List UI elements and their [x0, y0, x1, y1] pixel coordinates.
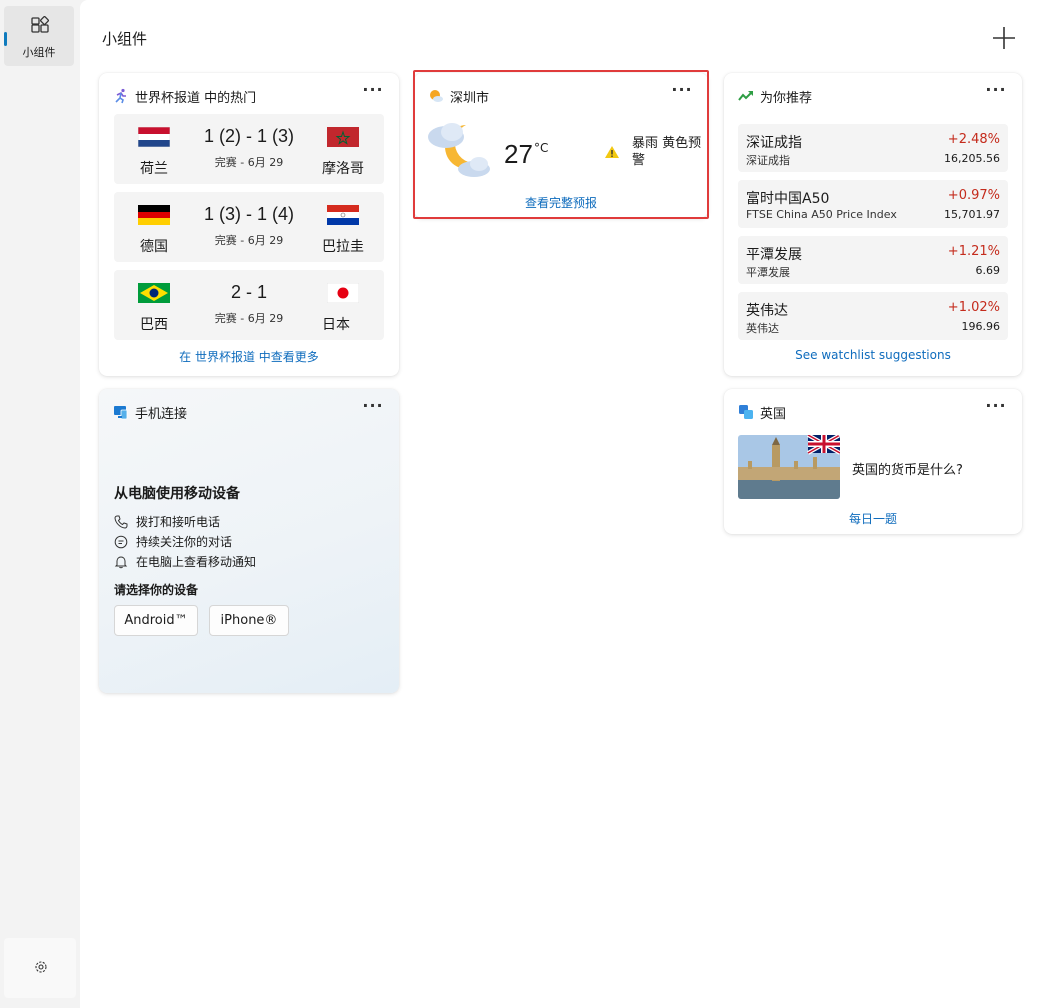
match-card[interactable]: 荷兰 1 (2) - 1 (3) 完赛 - 6月 29 摩洛哥 [114, 114, 384, 184]
gear-icon [35, 961, 47, 973]
watchlist-suggestions-link[interactable]: See watchlist suggestions [724, 348, 1022, 362]
bing-quiz-icon [739, 405, 753, 419]
runner-icon [115, 88, 126, 104]
london-image[interactable] [738, 435, 840, 499]
stocks-widget-title: 为你推荐 [760, 90, 813, 106]
stock-row[interactable]: 富时中国A50 FTSE China A50 Price Index +0.97… [738, 180, 1008, 228]
phone-link-title: 手机连接 [135, 406, 188, 422]
stocks-widget: 为你推荐 ··· 深证成指 深证成指 +2.48% 16,205.56 富时中国… [724, 73, 1022, 376]
match-score: 1 (3) - 1 (4) [203, 204, 295, 224]
sports-widget: 世界杯报道 中的热门 ··· 荷兰 1 (2) - 1 (3) 完赛 - 6月 … [99, 73, 399, 376]
home-team-name: 巴西 [140, 317, 168, 333]
stock-price: 6.69 [975, 264, 1001, 277]
bell-icon [114, 555, 128, 568]
feature-calls: 拨打和接听电话 [114, 513, 220, 530]
netherlands-flag-icon [138, 127, 170, 147]
stock-subtitle: 深证成指 [746, 154, 790, 167]
settings-button[interactable] [4, 938, 76, 998]
away-team-name: 摩洛哥 [322, 161, 364, 177]
phone-link-widget: 手机连接 ··· 从电脑使用移动设备 拨打和接听电话 持续关注你的对话 在电脑上… [99, 389, 399, 693]
iphone-button[interactable]: iPhone® [209, 605, 289, 636]
phone-call-icon [114, 515, 128, 529]
stock-subtitle: 英伟达 [746, 322, 779, 335]
sports-see-more-link[interactable]: 在 世界杯报道 中查看更多 [99, 348, 399, 365]
weather-app-icon [430, 90, 443, 102]
stock-row[interactable]: 平潭发展 平潭发展 +1.21% 6.69 [738, 236, 1008, 284]
stock-price: 16,205.56 [944, 152, 1000, 165]
match-score: 2 - 1 [230, 282, 268, 302]
feature-notifications: 在电脑上查看移动通知 [114, 553, 256, 570]
widgets-icon [31, 16, 49, 33]
match-status: 完赛 - 6月 29 [214, 312, 284, 325]
stock-price: 15,701.97 [944, 208, 1000, 221]
sports-more-button[interactable]: ··· [361, 82, 385, 103]
partly-cloudy-night-icon [428, 123, 490, 177]
quiz-question[interactable]: 英国的货币是什么? [852, 459, 963, 478]
stock-change: +2.48% [947, 132, 1000, 147]
weather-more-button[interactable]: ··· [670, 82, 694, 103]
phone-more-button[interactable]: ··· [361, 398, 385, 419]
weather-full-forecast-link[interactable]: 查看完整预报 [414, 194, 708, 211]
quiz-widget-header: 英国 [738, 403, 787, 422]
left-rail: 小组件 [0, 0, 80, 1008]
daily-quiz-link[interactable]: 每日一题 [724, 510, 1022, 527]
weather-widget: 深圳市 ··· 27 °C 暴雨 黄色预警 查看完整预报 [414, 73, 708, 218]
temperature-unit: °C [534, 141, 549, 155]
stocks-more-button[interactable]: ··· [984, 82, 1008, 103]
sports-widget-title: 世界杯报道 中的热门 [135, 90, 257, 106]
stock-name: 平潭发展 [746, 247, 802, 263]
phone-headline: 从电脑使用移动设备 [114, 486, 240, 502]
daily-quiz-widget: 英国 ··· 英国的货币是什么? 每日一题 [724, 389, 1022, 534]
phone-link-icon [114, 406, 128, 420]
warning-icon [605, 146, 619, 158]
stock-change: +1.21% [947, 244, 1000, 259]
paraguay-flag-icon [327, 205, 359, 225]
away-team-name: 巴拉圭 [322, 239, 364, 255]
stocks-widget-header: 为你推荐 [738, 87, 813, 106]
sports-widget-header: 世界杯报道 中的热门 [113, 87, 257, 106]
android-button[interactable]: Android™ [114, 605, 198, 636]
match-score: 1 (2) - 1 (3) [203, 126, 295, 146]
stock-row[interactable]: 英伟达 英伟达 +1.02% 196.96 [738, 292, 1008, 340]
stock-name: 英伟达 [746, 303, 788, 319]
widgets-tab[interactable]: 小组件 [4, 6, 74, 66]
feature-messages: 持续关注你的对话 [114, 533, 232, 550]
match-status: 完赛 - 6月 29 [214, 234, 284, 247]
feature-label: 持续关注你的对话 [136, 535, 233, 549]
home-team-name: 德国 [140, 239, 168, 255]
brazil-flag-icon [138, 283, 170, 303]
stock-trend-icon [738, 91, 753, 101]
stock-change: +1.02% [947, 300, 1000, 315]
match-card[interactable]: 德国 1 (3) - 1 (4) 完赛 - 6月 29 巴拉圭 [114, 192, 384, 262]
stock-subtitle: 平潭发展 [746, 266, 790, 279]
home-team-name: 荷兰 [140, 161, 168, 177]
choose-device-label: 请选择你的设备 [114, 583, 199, 597]
stock-row[interactable]: 深证成指 深证成指 +2.48% 16,205.56 [738, 124, 1008, 172]
match-status: 完赛 - 6月 29 [214, 156, 284, 169]
feature-label: 在电脑上查看移动通知 [136, 555, 257, 569]
weather-widget-header: 深圳市 [428, 87, 490, 106]
away-team-name: 日本 [322, 317, 350, 333]
quiz-more-button[interactable]: ··· [984, 398, 1008, 419]
stock-subtitle: FTSE China A50 Price Index [746, 208, 897, 221]
weather-city: 深圳市 [450, 90, 490, 106]
stock-change: +0.97% [947, 188, 1000, 203]
stock-name: 深证成指 [746, 135, 802, 151]
chat-icon [114, 535, 128, 548]
stock-price: 196.96 [961, 320, 1001, 333]
match-card[interactable]: 巴西 2 - 1 完赛 - 6月 29 日本 [114, 270, 384, 340]
germany-flag-icon [138, 205, 170, 225]
stock-name: 富时中国A50 [746, 191, 830, 207]
quiz-widget-title: 英国 [760, 406, 787, 422]
weather-alert-text[interactable]: 暴雨 黄色预警 [632, 135, 702, 169]
japan-flag-icon [327, 283, 359, 303]
temperature-value: 27 [504, 139, 533, 169]
page-title: 小组件 [102, 30, 148, 48]
add-widget-button[interactable] [990, 24, 1018, 52]
morocco-flag-icon [327, 127, 359, 147]
phone-link-header: 手机连接 [113, 403, 188, 422]
feature-label: 拨打和接听电话 [136, 515, 221, 529]
widgets-tab-label: 小组件 [22, 46, 56, 59]
